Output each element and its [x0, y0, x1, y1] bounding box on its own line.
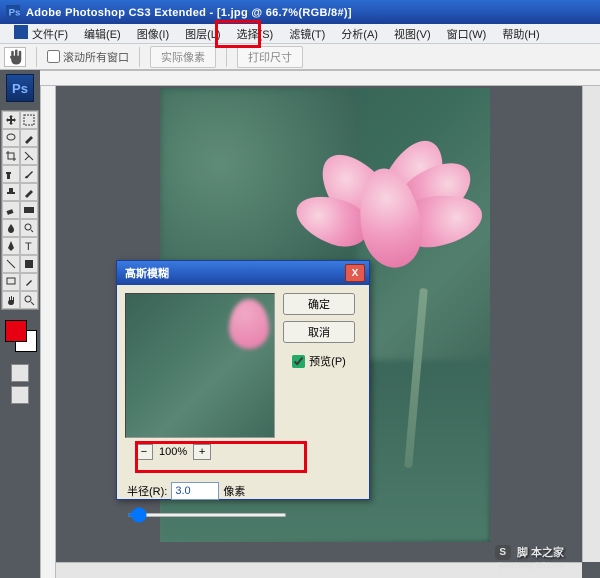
- ps-logo-icon: [6, 23, 24, 44]
- path-tool-icon[interactable]: [2, 255, 20, 273]
- menu-window[interactable]: 窗口(W): [439, 24, 495, 44]
- quick-mask-icons: [11, 364, 29, 404]
- blur-tool-icon[interactable]: [2, 219, 20, 237]
- dialog-titlebar[interactable]: 高斯模糊 X: [117, 261, 369, 285]
- menu-help[interactable]: 帮助(H): [494, 24, 547, 44]
- sidebar: Ps T: [0, 70, 40, 578]
- close-icon[interactable]: X: [345, 264, 365, 282]
- ruler-vertical: [40, 86, 56, 578]
- window-title: Adobe Photoshop CS3 Extended - [1.jpg @ …: [26, 5, 352, 19]
- menu-filter[interactable]: 滤镜(T): [281, 24, 333, 44]
- menu-file[interactable]: 文件(F): [24, 24, 76, 44]
- preview-checkbox[interactable]: 预览(P): [292, 353, 346, 369]
- stamp-tool-icon[interactable]: [2, 183, 20, 201]
- actual-pixels-button[interactable]: 实际像素: [150, 46, 216, 68]
- brush-tool-icon[interactable]: [20, 165, 38, 183]
- blur-preview[interactable]: [125, 293, 275, 438]
- toolbox: T: [1, 110, 39, 310]
- print-size-button[interactable]: 打印尺寸: [237, 46, 303, 68]
- menu-analysis[interactable]: 分析(A): [333, 24, 386, 44]
- menu-edit[interactable]: 编辑(E): [76, 24, 129, 44]
- marquee-tool-icon[interactable]: [20, 111, 38, 129]
- hand-tool-icon[interactable]: [4, 47, 26, 67]
- radius-input[interactable]: [171, 482, 219, 500]
- watermark-url: jiaocheng.jb51.net: [499, 561, 564, 570]
- menu-layer[interactable]: 图层(L): [177, 24, 228, 44]
- svg-text:Ps: Ps: [9, 8, 20, 19]
- wand-tool-icon[interactable]: [20, 129, 38, 147]
- eraser-tool-icon[interactable]: [2, 201, 20, 219]
- notes-tool-icon[interactable]: [2, 273, 20, 291]
- type-tool-icon[interactable]: T: [20, 237, 38, 255]
- zoom-in-button[interactable]: +: [193, 444, 211, 460]
- pen-tool-icon[interactable]: [2, 237, 20, 255]
- screen-mode-icon[interactable]: [11, 386, 29, 404]
- title-bar: Ps Adobe Photoshop CS3 Extended - [1.jpg…: [0, 0, 600, 24]
- hand-tool-icon-2[interactable]: [2, 291, 20, 309]
- ruler-horizontal: [40, 70, 600, 86]
- crop-tool-icon[interactable]: [2, 147, 20, 165]
- scroll-all-checkbox[interactable]: 滚动所有窗口: [47, 49, 129, 65]
- svg-text:T: T: [25, 241, 32, 252]
- dodge-tool-icon[interactable]: [20, 219, 38, 237]
- dialog-title: 高斯模糊: [125, 265, 169, 281]
- menu-bar: 文件(F) 编辑(E) 图像(I) 图层(L) 选择(S) 滤镜(T) 分析(A…: [0, 24, 600, 44]
- ps-badge[interactable]: Ps: [6, 74, 34, 102]
- app-icon: Ps: [6, 5, 20, 19]
- menu-select[interactable]: 选择(S): [229, 24, 282, 44]
- scrollbar-vertical[interactable]: [582, 86, 600, 562]
- zoom-tool-icon[interactable]: [20, 291, 38, 309]
- foreground-color[interactable]: [5, 320, 27, 342]
- slice-tool-icon[interactable]: [20, 147, 38, 165]
- history-brush-icon[interactable]: [20, 183, 38, 201]
- options-bar: 滚动所有窗口 实际像素 打印尺寸: [0, 44, 600, 70]
- quick-mask-icon[interactable]: [11, 364, 29, 382]
- gradient-tool-icon[interactable]: [20, 201, 38, 219]
- color-swatch[interactable]: [1, 316, 39, 358]
- menu-view[interactable]: 视图(V): [386, 24, 439, 44]
- zoom-out-button[interactable]: −: [135, 444, 153, 460]
- move-tool-icon[interactable]: [2, 111, 20, 129]
- zoom-value: 100%: [159, 446, 187, 458]
- heal-tool-icon[interactable]: [2, 165, 20, 183]
- gaussian-blur-dialog: 高斯模糊 X − 100% + 确定 取消 预览(P) 半径(R): 像素: [116, 260, 370, 500]
- cancel-button[interactable]: 取消: [283, 321, 355, 343]
- lasso-tool-icon[interactable]: [2, 129, 20, 147]
- menu-image[interactable]: 图像(I): [129, 24, 177, 44]
- radius-unit: 像素: [223, 483, 245, 499]
- radius-label: 半径(R):: [127, 483, 167, 499]
- watermark: S 脚 本之家 jiaocheng.jb51.net: [495, 544, 564, 560]
- eyedropper-tool-icon[interactable]: [20, 273, 38, 291]
- radius-slider[interactable]: [127, 513, 287, 517]
- ok-button[interactable]: 确定: [283, 293, 355, 315]
- watermark-badge: S: [495, 545, 511, 560]
- shape-tool-icon[interactable]: [20, 255, 38, 273]
